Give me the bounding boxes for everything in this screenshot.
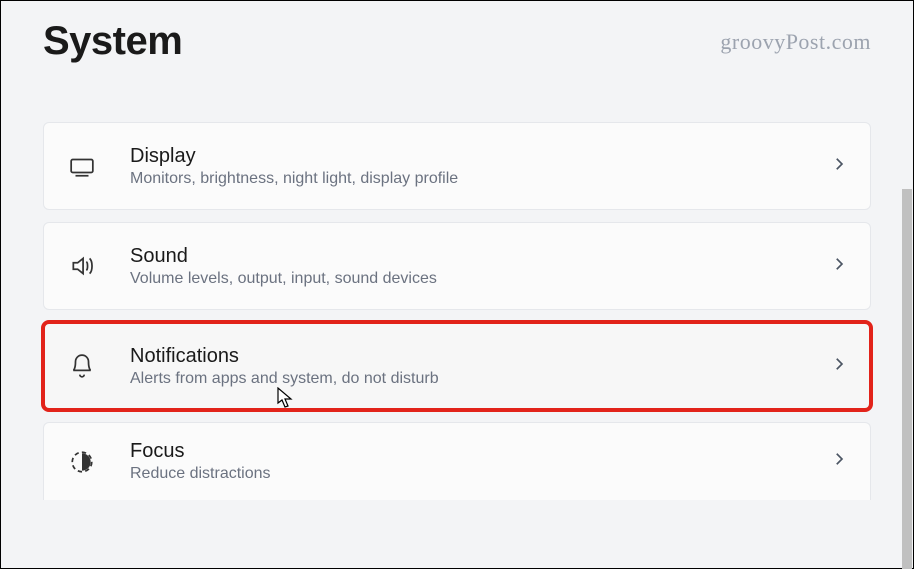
settings-list: Display Monitors, brightness, night ligh… xyxy=(43,122,871,500)
item-desc: Monitors, brightness, night light, displ… xyxy=(130,170,830,188)
display-icon xyxy=(62,153,102,179)
chevron-right-icon xyxy=(830,355,848,378)
item-title: Sound xyxy=(130,245,830,268)
chevron-right-icon xyxy=(830,155,848,178)
chevron-right-icon xyxy=(830,450,848,473)
item-desc: Volume levels, output, input, sound devi… xyxy=(130,270,830,288)
settings-item-notifications[interactable]: Notifications Alerts from apps and syste… xyxy=(43,322,871,410)
item-desc: Alerts from apps and system, do not dist… xyxy=(130,370,830,388)
chevron-right-icon xyxy=(830,255,848,278)
focus-icon xyxy=(62,449,102,475)
item-title: Display xyxy=(130,145,830,168)
sound-icon xyxy=(62,253,102,279)
scrollbar[interactable] xyxy=(901,1,913,568)
item-title: Notifications xyxy=(130,345,830,368)
page-header: System groovyPost.com xyxy=(43,19,871,64)
bell-icon xyxy=(62,353,102,379)
settings-item-sound[interactable]: Sound Volume levels, output, input, soun… xyxy=(43,222,871,310)
item-desc: Reduce distractions xyxy=(130,465,830,483)
page-title: System xyxy=(43,19,182,64)
scrollbar-thumb[interactable] xyxy=(902,189,912,569)
item-title: Focus xyxy=(130,440,830,463)
settings-item-focus[interactable]: Focus Reduce distractions xyxy=(43,422,871,500)
watermark: groovyPost.com xyxy=(720,29,871,55)
settings-item-display[interactable]: Display Monitors, brightness, night ligh… xyxy=(43,122,871,210)
